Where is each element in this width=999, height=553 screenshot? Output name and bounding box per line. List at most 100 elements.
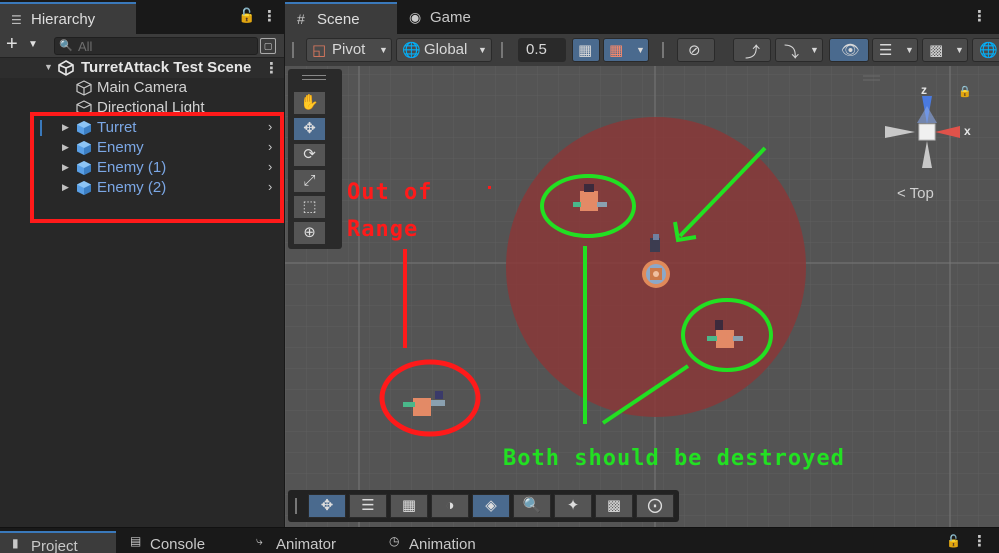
lighting-toggle-button[interactable]: ⤴ (733, 38, 771, 62)
kebab-menu-icon[interactable]: ⋮ (262, 7, 277, 25)
rotate-icon: ⟳ (303, 146, 316, 163)
list-item-label: Directional Light (97, 99, 205, 112)
toolbar-grip (662, 42, 664, 58)
annotation-out-of-range-1: Out of (347, 180, 433, 205)
global-dropdown[interactable]: 🌐 Global ▼ (396, 38, 492, 62)
snap-value: 0.5 (526, 41, 547, 58)
move-tool-button[interactable]: ✥ (293, 117, 326, 141)
align-icon: ☰ (361, 497, 375, 514)
list-item-label: Main Camera (97, 79, 188, 96)
audio-icon: ⤵ (784, 44, 800, 61)
view-direction-label[interactable]: < Top (897, 185, 934, 202)
shading-button[interactable]: ◑ (431, 494, 469, 518)
chevron-down-icon[interactable]: ▼ (28, 39, 38, 50)
tab-project[interactable]: ▮ Project (0, 531, 116, 553)
lock-icon[interactable]: 🔓 (946, 534, 961, 548)
hand-icon: ✋ (300, 94, 319, 111)
increment-snap-button[interactable]: ▦ ▼ (603, 38, 649, 62)
search-placeholder: All (78, 39, 93, 54)
tab-label: Project (31, 538, 78, 553)
move-mode-button[interactable]: ✥ (308, 494, 346, 518)
layers-icon: ☰ (879, 42, 893, 59)
grid-icon: # (297, 11, 305, 27)
grid-snap-icon: ▦ (578, 42, 593, 59)
camera-dropdown[interactable]: ▩ ▼ (922, 38, 968, 62)
navmesh-icon: ✦ (566, 497, 580, 514)
eye-icon: 👁 (841, 42, 861, 59)
toolbar-grip (295, 498, 297, 514)
camera-icon: ▩ (606, 497, 622, 514)
chevron-left-icon: < (897, 185, 906, 202)
chevron-down-icon: ▼ (636, 45, 645, 55)
chevron-down-icon: ▼ (905, 45, 914, 55)
scene-kebab-icon[interactable]: ⋮ (264, 59, 279, 77)
compass-icon: ⨀ (647, 497, 663, 514)
chevron-down-icon: ▼ (955, 45, 964, 55)
tab-animator[interactable]: ⤷ Animator (256, 531, 371, 553)
search-icon: 🔍 (522, 497, 542, 514)
align-button[interactable]: ☰ (349, 494, 387, 518)
scene-toolbar: ◱ Pivot ▼ 🌐 Global ▼ 0.5 ▦ ▦ ▼ ⊘ ⤴ ⤵ ▼ 👁… (285, 34, 999, 66)
view-label: Top (909, 185, 934, 202)
palette-grip[interactable] (302, 75, 326, 80)
navmesh-button[interactable]: ✦ (554, 494, 592, 518)
annotation-dot-red (488, 186, 491, 189)
grid-snap-button[interactable]: ▦ (572, 38, 600, 62)
unity-editor: ☰ Hierarchy 🔓 ⋮ + ▼ 🔍 All ▢ ▼ TurretAtta… (0, 0, 999, 553)
hand-tool-button[interactable]: ✋ (293, 91, 326, 115)
pivot-dropdown[interactable]: ◱ Pivot ▼ (306, 38, 392, 62)
tab-scene[interactable]: # Scene (285, 2, 397, 34)
scene-kebab-icon[interactable]: ⋮ (972, 7, 987, 25)
kebab-menu-icon[interactable]: ⋮ (972, 532, 987, 550)
tab-hierarchy[interactable]: ☰ Hierarchy (0, 2, 136, 34)
scene-root-row[interactable]: ▼ TurretAttack Test Scenе ⋮ (0, 58, 284, 78)
hierarchy-tab-label: Hierarchy (31, 11, 96, 28)
gizmo-center-cube[interactable] (918, 123, 936, 141)
list-item-directional-light[interactable]: Directional Light (0, 98, 284, 112)
overlay-toolbar: ✥ ☰ ▦ ◑ ◈ 🔍 ✦ ▩ ⨀ (288, 490, 679, 522)
chevron-down-icon: ▼ (810, 45, 819, 55)
pivot-icon: ◱ (312, 42, 327, 59)
lock-icon[interactable]: 🔓 (238, 7, 255, 24)
tab-game[interactable]: ◉ Game (399, 2, 489, 34)
camera-icon: ▩ (929, 42, 944, 59)
hierarchy-tab-bar: ☰ Hierarchy 🔓 ⋮ (0, 0, 284, 34)
layer-button[interactable]: ◈ (472, 494, 510, 518)
grid-button[interactable]: ▦ (390, 494, 428, 518)
rotate-tool-button[interactable]: ⟳ (293, 143, 326, 167)
bottom-tab-bar: ▮ Project ▤ Console ⤷ Animator ◷ Animati… (0, 527, 999, 553)
visibility-toggle-button[interactable]: 👁 (829, 38, 869, 62)
search-button[interactable]: 🔍 (513, 494, 551, 518)
gizmo-z-label: z (921, 83, 927, 97)
add-object-button[interactable]: + (6, 33, 18, 56)
scale-tool-button[interactable]: ⤢ (293, 169, 326, 193)
layers-dropdown[interactable]: ☰ ▼ (872, 38, 918, 62)
fold-open-icon[interactable]: ▼ (44, 62, 53, 72)
gamepad-icon: ◉ (409, 9, 422, 25)
grid-icon: ▦ (401, 497, 417, 514)
toolbar-grip (292, 42, 294, 58)
list-item-main-camera[interactable]: Main Camera (0, 78, 284, 98)
tool-palette: ✋ ✥ ⟳ ⤢ ⬚ ⊕ (288, 69, 342, 249)
2d-toggle-button[interactable]: ⊘ (677, 38, 715, 62)
chevron-down-icon: ▼ (379, 45, 388, 55)
list-icon: ☰ (11, 13, 22, 27)
snap-value-field[interactable]: 0.5 (518, 38, 566, 62)
rect-tool-button[interactable]: ⬚ (293, 195, 326, 219)
transform-tool-button[interactable]: ⊕ (293, 221, 326, 245)
search-by-type-button[interactable]: ▢ (260, 38, 276, 54)
globe-icon: 🌐 (402, 42, 421, 59)
tab-animation[interactable]: ◷ Animation (389, 531, 509, 553)
2d-icon: ⊘ (688, 42, 701, 59)
audio-toggle-button[interactable]: ⤵ ▼ (775, 38, 823, 62)
gizmos-button[interactable]: 🌐 (972, 38, 999, 62)
unity-logo-icon (58, 60, 74, 76)
global-label: Global (424, 41, 468, 58)
gizmo-lock-icon[interactable]: 🔒 (958, 85, 972, 98)
increment-snap-icon: ▦ (609, 42, 624, 59)
camera-preview-button[interactable]: ▩ (595, 494, 633, 518)
search-input[interactable]: 🔍 All (54, 37, 258, 55)
tab-console[interactable]: ▤ Console (130, 531, 240, 553)
chevron-down-icon: ▼ (478, 45, 487, 55)
compass-button[interactable]: ⨀ (636, 494, 674, 518)
